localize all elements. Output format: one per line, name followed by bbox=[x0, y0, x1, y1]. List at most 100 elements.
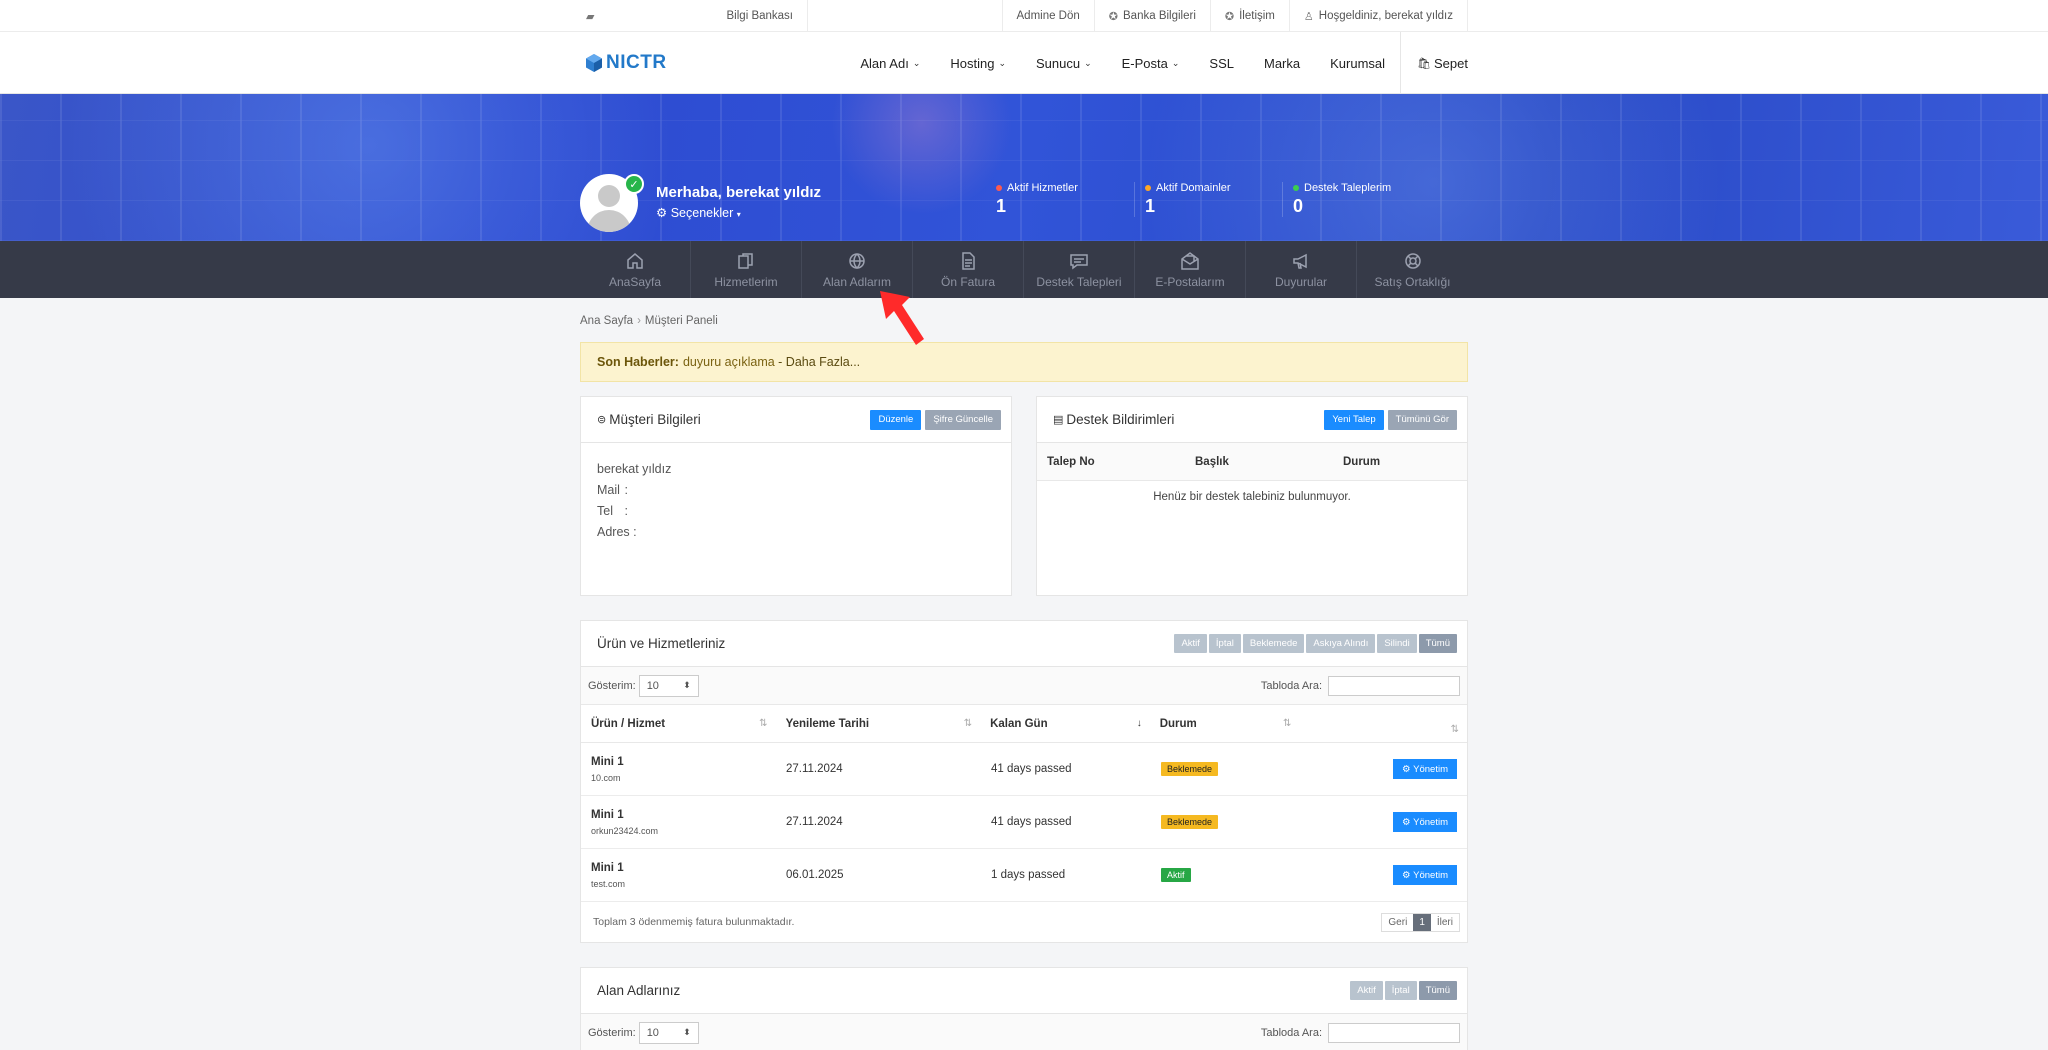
col-renewal[interactable]: Yenileme Tarihi ⇅ bbox=[776, 718, 981, 730]
col-product[interactable]: Ürün / Hizmet ⇅ bbox=[581, 718, 776, 730]
home-icon bbox=[627, 252, 643, 269]
tab-emails[interactable]: E-Postalarım bbox=[1135, 241, 1246, 298]
mail-open-icon bbox=[1181, 251, 1199, 270]
chevron-down-icon: ⌄ bbox=[998, 57, 1006, 68]
admin-link[interactable]: Admine Dön bbox=[1001, 0, 1095, 32]
col-status[interactable]: Durum ⇅ bbox=[1150, 718, 1300, 730]
edit-button[interactable]: Düzenle bbox=[870, 409, 922, 430]
filter-all[interactable]: Tümü bbox=[1418, 634, 1457, 653]
gear-icon: ⚙ bbox=[1401, 763, 1411, 775]
copy-icon bbox=[738, 252, 753, 269]
search-input[interactable] bbox=[1328, 1022, 1460, 1043]
gear-icon: ✪ bbox=[1108, 10, 1119, 23]
status-badge: Beklemede bbox=[1161, 762, 1219, 776]
sort-icon: ⇅ bbox=[963, 717, 973, 729]
new-ticket-button[interactable]: Yeni Talep bbox=[1324, 409, 1384, 430]
chevron-right-icon: › bbox=[637, 315, 641, 327]
filter-cancelled[interactable]: İptal bbox=[1384, 981, 1417, 1000]
filter-cancelled[interactable]: İptal bbox=[1208, 634, 1241, 653]
pointer-arrow-icon bbox=[880, 291, 924, 345]
nav-hosting[interactable]: Hosting ⌄ bbox=[935, 56, 1021, 71]
document-icon bbox=[962, 251, 975, 270]
show-select[interactable]: 10 ⬍ bbox=[638, 674, 699, 697]
greeting: Merhaba, berekat yıldız bbox=[656, 184, 822, 201]
nav-ssl[interactable]: SSL bbox=[1194, 56, 1249, 71]
filter-pending[interactable]: Beklemede bbox=[1242, 634, 1305, 653]
col-status: Durum bbox=[1343, 455, 1381, 468]
gear-icon: ⚙ bbox=[656, 206, 668, 220]
next-page-button[interactable]: İleri bbox=[1431, 914, 1459, 931]
nav-corporate[interactable]: Kurumsal bbox=[1315, 56, 1400, 71]
breadcrumb-home[interactable]: Ana Sayfa bbox=[580, 315, 633, 327]
tab-proforma[interactable]: Ön Fatura bbox=[913, 241, 1024, 298]
logo[interactable]: NICTR bbox=[586, 52, 667, 74]
tab-home[interactable]: AnaSayfa bbox=[580, 241, 691, 298]
nav-links: Alan Adı ⌄ Hosting ⌄ Sunucu ⌄ E-Posta ⌄ SSL … bbox=[845, 32, 1400, 94]
sort-icon: ⇅ bbox=[1283, 717, 1292, 729]
globe-icon bbox=[849, 252, 865, 269]
stat-support-tickets[interactable]: Destek Taleplerim 0 bbox=[1282, 182, 1430, 217]
customer-title: Müşteri Bilgileri bbox=[609, 412, 701, 427]
show-select[interactable]: 10 ⬍ bbox=[638, 1021, 699, 1044]
kb-link[interactable]: Bilgi Bankası bbox=[727, 10, 793, 22]
status-dot bbox=[1293, 185, 1299, 191]
support-card: ▤ Destek Bildirimleri Yeni Talep Tümünü G… bbox=[1036, 396, 1468, 596]
message-icon bbox=[1070, 253, 1088, 269]
filter-active[interactable]: Aktif bbox=[1174, 634, 1207, 653]
welcome-link[interactable]: ♙ Hoşgeldiniz, berekat yıldız bbox=[1290, 0, 1468, 32]
show-label: Gösterim: bbox=[588, 1026, 636, 1039]
sort-arrows-icon: ⬍ bbox=[683, 680, 691, 690]
filter-all[interactable]: Tümü bbox=[1418, 981, 1457, 1000]
customer-mail: Mail : bbox=[597, 483, 628, 497]
news-more-link[interactable]: - Daha Fazla... bbox=[778, 355, 860, 369]
sort-desc-icon: ↓ bbox=[1136, 717, 1142, 729]
stat-active-domains[interactable]: Aktif Domainler 1 bbox=[1134, 182, 1282, 217]
caret-down-icon: ▾ bbox=[736, 210, 741, 219]
filter-deleted[interactable]: Silindi bbox=[1377, 634, 1417, 653]
filter-active[interactable]: Aktif bbox=[1350, 981, 1383, 1000]
contact-link[interactable]: ✪ İletişim bbox=[1211, 0, 1290, 32]
bank-link[interactable]: ✪ Banka Bilgileri bbox=[1095, 0, 1211, 32]
news-banner: Son Haberler: duyuru açıklama - Daha Faz… bbox=[580, 342, 1468, 382]
topbar-kb[interactable]: ▰ Bilgi Bankası bbox=[580, 0, 808, 32]
manage-button[interactable]: ⚙ Yönetim bbox=[1392, 812, 1457, 832]
domains-card: Alan Adlarınız Aktif İptal Tümü Gösterim… bbox=[580, 967, 1468, 1050]
show-label: Gösterim: bbox=[588, 679, 636, 692]
news-label: Son Haberler: bbox=[597, 355, 679, 369]
tab-support[interactable]: Destek Talepleri bbox=[1024, 241, 1135, 298]
customer-name: berekat yıldız bbox=[597, 462, 672, 476]
manage-button[interactable]: ⚙ Yönetim bbox=[1392, 865, 1457, 885]
status-badge: Beklemede bbox=[1161, 815, 1219, 829]
col-days[interactable]: Kalan Gün ↓ bbox=[980, 718, 1150, 730]
products-card: Ürün ve Hizmetleriniz Aktif İptal Beklem… bbox=[580, 620, 1468, 943]
stat-active-services[interactable]: Aktif Hizmetler 1 bbox=[986, 182, 1134, 217]
view-all-button[interactable]: Tümünü Gör bbox=[1387, 409, 1457, 430]
main-nav: NICTR Alan Adı ⌄ Hosting ⌄ Sunucu ⌄ E-Posta… bbox=[0, 32, 2048, 94]
nav-email[interactable]: E-Posta ⌄ bbox=[1107, 56, 1195, 71]
options-dropdown[interactable]: ⚙ Seçenekler ▾ bbox=[656, 205, 741, 220]
user-circle-icon: ⊜ bbox=[597, 414, 607, 426]
cart-button[interactable]: 🛍 Sepet bbox=[1400, 32, 1468, 94]
tab-announcements[interactable]: Duyurular bbox=[1246, 241, 1357, 298]
empty-message: Henüz bir destek talebiniz bulunmuyor. bbox=[1153, 491, 1351, 503]
product-filters: Aktif İptal Beklemede Askıya Alındı Sili… bbox=[1174, 634, 1457, 653]
nav-server[interactable]: Sunucu ⌄ bbox=[1021, 56, 1107, 71]
panel-nav: AnaSayfa Hizmetlerim Alan Adlarım Ön Fat… bbox=[0, 241, 2048, 298]
page-1-button[interactable]: 1 bbox=[1413, 913, 1431, 931]
stats: Aktif Hizmetler 1 Aktif Domainler 1 Dest… bbox=[986, 182, 1430, 217]
unpaid-note: Toplam 3 ödenmemiş fatura bulunmaktadır. bbox=[593, 916, 795, 928]
manage-button[interactable]: ⚙ Yönetim bbox=[1392, 759, 1457, 779]
gear-icon: ✪ bbox=[1224, 10, 1235, 23]
password-button[interactable]: Şifre Güncelle bbox=[925, 409, 1001, 430]
nav-brand[interactable]: Marka bbox=[1249, 56, 1315, 71]
col-subject: Başlık bbox=[1195, 455, 1229, 468]
chat-icon: ▰ bbox=[586, 10, 595, 23]
tab-services[interactable]: Hizmetlerim bbox=[691, 241, 802, 298]
top-bar: ▰ Bilgi Bankası Admine Dön ✪ Banka Bilgil… bbox=[0, 0, 2048, 32]
filter-suspended[interactable]: Askıya Alındı bbox=[1306, 634, 1376, 653]
message-icon: ▤ bbox=[1053, 414, 1064, 426]
nav-domain[interactable]: Alan Adı ⌄ bbox=[845, 56, 935, 71]
search-input[interactable] bbox=[1328, 675, 1460, 696]
tab-affiliate[interactable]: Satış Ortaklığı bbox=[1357, 241, 1468, 298]
prev-page-button[interactable]: Geri bbox=[1382, 914, 1413, 931]
